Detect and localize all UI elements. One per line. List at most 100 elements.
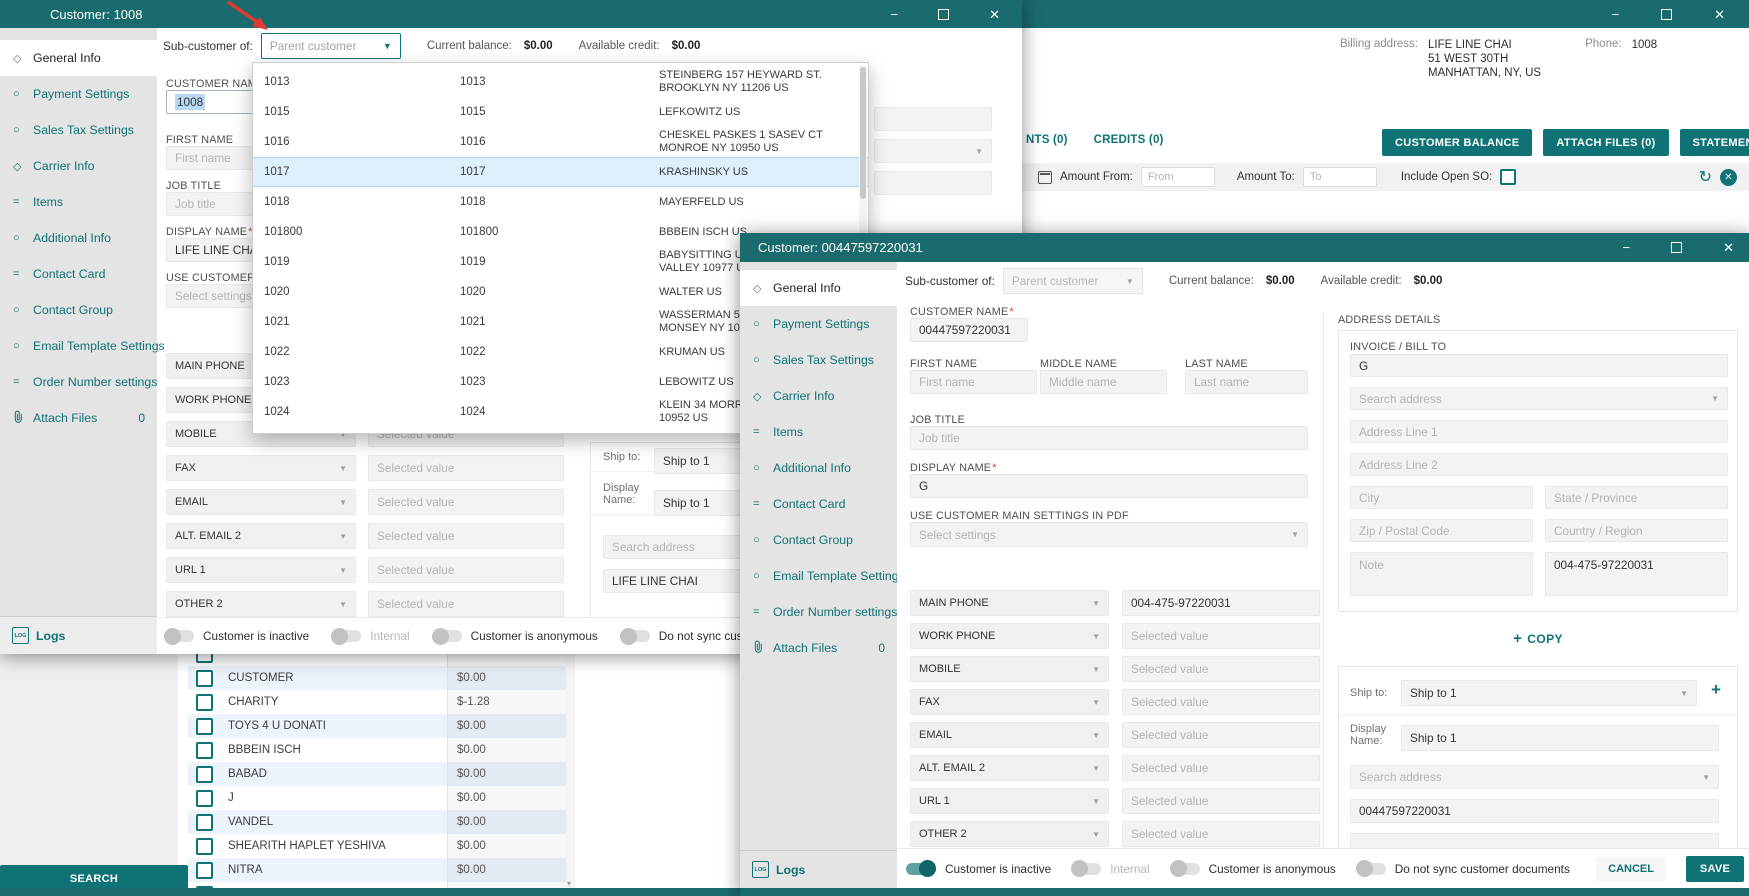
include-open-so-checkbox[interactable] bbox=[1500, 169, 1517, 185]
customer-name-input[interactable]: 1008 bbox=[166, 90, 266, 114]
toggle-switch[interactable] bbox=[906, 860, 936, 877]
phone-value-input[interactable]: Selected value bbox=[1122, 689, 1320, 715]
window2-logs-button[interactable]: LOG Logs bbox=[740, 850, 897, 888]
table-row[interactable]: BABAD $0.00 bbox=[188, 762, 575, 786]
table-row[interactable]: TOYS 4 U DONATI $0.00 bbox=[188, 714, 575, 738]
dropdown-row[interactable]: 1016 1016 CHESKEL PASKES 1 SASEV CT MONRO… bbox=[253, 127, 868, 157]
toggle-switch[interactable] bbox=[619, 627, 650, 645]
add-ship-to-icon[interactable] bbox=[1711, 680, 1721, 700]
sidebar-item[interactable]: ○ Sales Tax Settings bbox=[0, 112, 157, 148]
phone-value-input[interactable]: Selected value bbox=[1122, 722, 1320, 748]
toggle-switch[interactable] bbox=[431, 627, 462, 645]
row-checkbox[interactable] bbox=[196, 741, 213, 759]
search-address-input[interactable]: Search address bbox=[1350, 387, 1728, 410]
app-maximize-icon[interactable] bbox=[1661, 8, 1673, 20]
sidebar-item[interactable]: ○ Sales Tax Settings bbox=[740, 342, 897, 378]
sidebar-item[interactable]: = Order Number settings bbox=[740, 594, 897, 630]
refresh-icon[interactable] bbox=[1699, 167, 1712, 187]
table-row[interactable]: NITRA $0.00 bbox=[188, 858, 575, 882]
phone-type-select[interactable]: EMAIL bbox=[910, 722, 1109, 748]
display-name-input[interactable]: G bbox=[910, 474, 1308, 498]
phone-value-input[interactable]: Selected value bbox=[368, 523, 564, 549]
sidebar-item[interactable]: ○ Payment Settings bbox=[0, 76, 157, 112]
table-scrollbar[interactable] bbox=[566, 654, 575, 888]
row-checkbox[interactable] bbox=[196, 813, 213, 831]
toggle-switch[interactable] bbox=[1355, 860, 1386, 877]
window1-close-icon[interactable]: ✕ bbox=[989, 8, 1000, 21]
window2-close-icon[interactable]: ✕ bbox=[1723, 241, 1734, 254]
phone-type-select[interactable]: URL 1 bbox=[910, 788, 1109, 814]
phone-value-input[interactable]: Selected value bbox=[368, 557, 564, 583]
sidebar-item[interactable]: ○ Additional Info bbox=[740, 450, 897, 486]
action-button[interactable]: STATEMENTS bbox=[1679, 129, 1749, 156]
sidebar-item[interactable]: ○ Additional Info bbox=[0, 220, 157, 256]
note-phone-value[interactable]: 004-475-97220031 bbox=[1545, 552, 1728, 596]
ship-address-value[interactable]: 00447597220031 bbox=[1350, 799, 1719, 823]
row-checkbox[interactable] bbox=[196, 765, 213, 783]
table-row[interactable]: VANDEL $0.00 bbox=[188, 810, 575, 834]
window2-titlebar[interactable]: Customer: 00447597220031 − ✕ bbox=[740, 233, 1749, 262]
phone-type-select[interactable]: OTHER 2 bbox=[166, 591, 356, 617]
ship-display-name-input[interactable]: Ship to 1 bbox=[1401, 725, 1719, 751]
clear-filter-icon[interactable] bbox=[1720, 168, 1737, 186]
phone-type-select[interactable]: ALT. EMAIL 2 bbox=[910, 755, 1109, 781]
phone-value-input[interactable]: Selected value bbox=[368, 455, 564, 481]
app-minimize-icon[interactable]: − bbox=[1612, 8, 1620, 21]
sidebar-item[interactable]: ○ Email Template Settings bbox=[0, 328, 165, 364]
cancel-button[interactable]: CANCEL bbox=[1596, 856, 1666, 881]
row-checkbox[interactable] bbox=[196, 789, 213, 807]
action-button[interactable]: CUSTOMER BALANCE bbox=[1382, 129, 1533, 156]
row-checkbox[interactable] bbox=[196, 669, 213, 687]
app-close-icon[interactable]: ✕ bbox=[1714, 8, 1725, 21]
phone-value-input[interactable]: Selected value bbox=[1122, 821, 1320, 847]
window2-maximize-icon[interactable] bbox=[1671, 242, 1683, 253]
table-row[interactable]: CHARITY $-1.28 bbox=[188, 690, 575, 714]
address-line1-input[interactable]: Address Line 1 bbox=[1350, 420, 1728, 443]
copy-button[interactable]: COPY bbox=[1338, 630, 1738, 647]
address-field-partial[interactable] bbox=[874, 107, 992, 131]
sidebar-item[interactable]: ◇ Carrier Info bbox=[740, 378, 897, 414]
table-row[interactable]: BBBEIN ISCH $0.00 bbox=[188, 738, 575, 762]
row-checkbox[interactable] bbox=[196, 837, 213, 855]
tab[interactable]: NTS (0) bbox=[1026, 134, 1068, 146]
first-name-input[interactable]: First name bbox=[910, 370, 1037, 394]
state-input[interactable]: State / Province bbox=[1545, 486, 1728, 509]
table-row[interactable] bbox=[188, 654, 575, 666]
toggle-switch[interactable] bbox=[164, 627, 194, 645]
address-field-partial[interactable] bbox=[874, 139, 992, 163]
toggle-switch[interactable] bbox=[331, 627, 362, 645]
sidebar-item[interactable]: ◇ General Info bbox=[740, 270, 897, 306]
window1-maximize-icon[interactable] bbox=[938, 8, 950, 20]
sidebar-item[interactable]: ○ Contact Group bbox=[740, 522, 897, 558]
zip-input[interactable]: Zip / Postal Code bbox=[1350, 519, 1533, 542]
sidebar-item[interactable]: = Order Number settings bbox=[0, 364, 157, 400]
window2-minimize-icon[interactable]: − bbox=[1623, 241, 1631, 254]
dropdown-row[interactable]: 1017 1017 KRASHINSKY US bbox=[253, 157, 868, 187]
row-checkbox[interactable] bbox=[196, 861, 213, 879]
ship-search-address-input[interactable]: Search address bbox=[1350, 765, 1719, 789]
sidebar-item[interactable]: = Contact Card bbox=[0, 256, 157, 292]
use-pdf-select[interactable]: Select settings bbox=[910, 522, 1308, 547]
customer-name-input[interactable]: 00447597220031 bbox=[910, 318, 1028, 342]
row-checkbox[interactable] bbox=[196, 717, 213, 735]
table-row[interactable]: CUSTOMER $0.00 bbox=[188, 666, 575, 690]
phone-type-select[interactable]: WORK PHONE bbox=[910, 623, 1109, 649]
table-row[interactable]: J $0.00 bbox=[188, 786, 575, 810]
phone-type-select[interactable]: MAIN PHONE bbox=[910, 590, 1109, 616]
city-input[interactable]: City bbox=[1350, 486, 1533, 509]
sub-customer-combo[interactable]: Parent customer bbox=[260, 33, 401, 59]
address-line2-input[interactable]: Address Line 2 bbox=[1350, 453, 1728, 476]
country-input[interactable]: Country / Region bbox=[1545, 519, 1728, 542]
calendar-icon[interactable] bbox=[1038, 170, 1052, 184]
action-button[interactable]: ATTACH FILES (0) bbox=[1543, 129, 1669, 156]
toggle-switch[interactable] bbox=[1071, 860, 1102, 877]
sidebar-item[interactable]: ◇ Carrier Info bbox=[0, 148, 157, 184]
row-checkbox[interactable] bbox=[196, 693, 213, 711]
sidebar-item[interactable]: ○ Email Template Settings bbox=[740, 558, 905, 594]
row-checkbox[interactable] bbox=[196, 654, 213, 663]
phone-type-select[interactable]: MOBILE bbox=[910, 656, 1109, 682]
sidebar-item[interactable]: ○ Payment Settings bbox=[740, 306, 897, 342]
table-row[interactable]: SHEARITH HAPLET YESHIVA $0.00 bbox=[188, 834, 575, 858]
phone-value-input[interactable]: Selected value bbox=[1122, 755, 1320, 781]
window1-logs-button[interactable]: LOG Logs bbox=[0, 616, 157, 654]
